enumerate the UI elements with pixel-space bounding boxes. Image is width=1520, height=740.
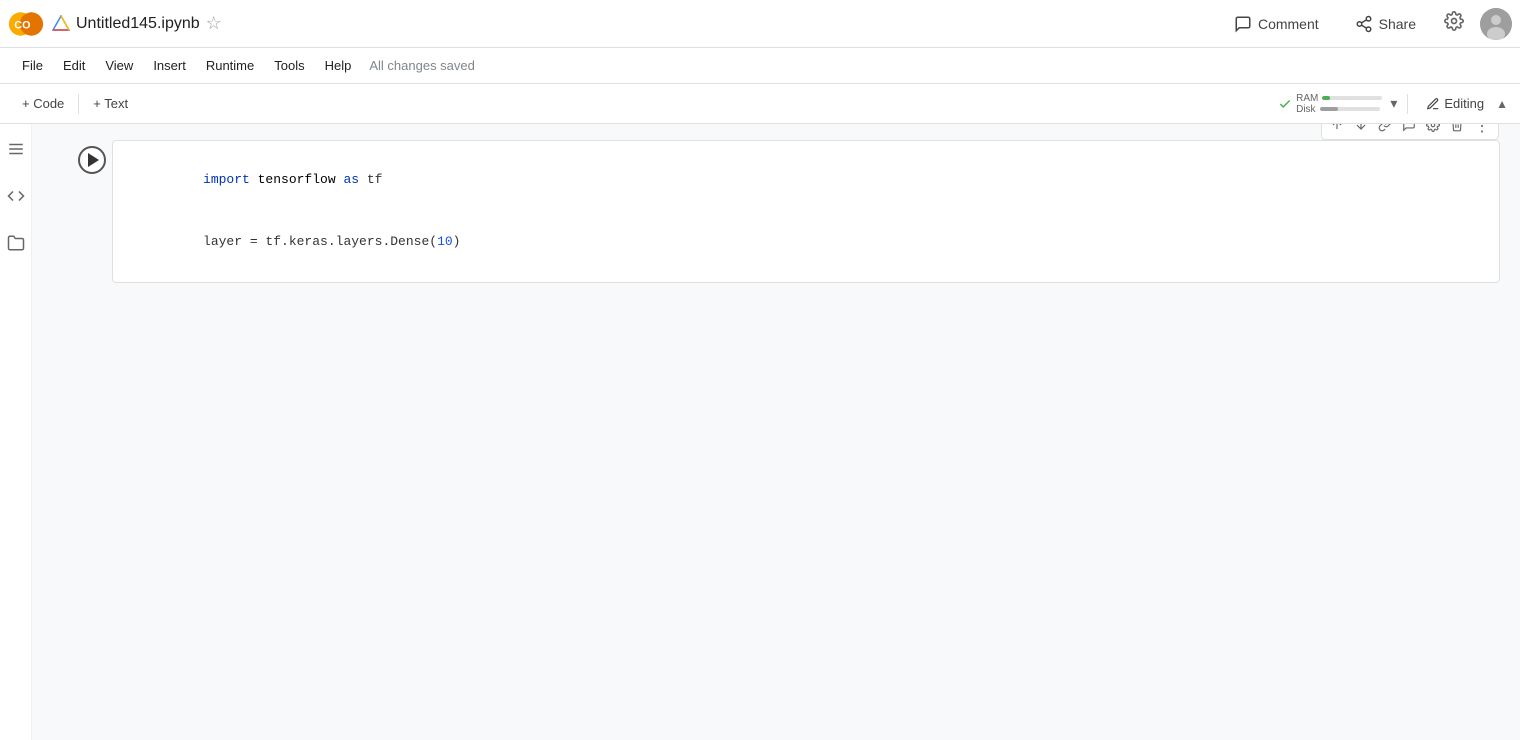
drive-icon bbox=[52, 15, 70, 33]
code-num: 10 bbox=[437, 234, 453, 249]
cell-content[interactable]: ⋮ import tensorflow as tf layer = tf.ker… bbox=[112, 140, 1500, 283]
toolbar-right: RAM Disk ▾ Editing ▲ bbox=[1278, 92, 1508, 115]
run-triangle-icon bbox=[88, 153, 99, 167]
comment-cell-icon bbox=[1402, 124, 1416, 132]
toolbar-divider bbox=[78, 94, 79, 114]
settings-button[interactable] bbox=[1440, 7, 1468, 41]
top-right-controls: Comment Share bbox=[1222, 7, 1512, 41]
editing-button[interactable]: Editing bbox=[1418, 92, 1492, 115]
ram-progress-fill bbox=[1322, 96, 1330, 100]
settings-cell-icon bbox=[1426, 124, 1440, 132]
more-icon: ⋮ bbox=[1474, 124, 1490, 135]
avatar[interactable] bbox=[1480, 8, 1512, 40]
sidebar-icon-code[interactable] bbox=[3, 183, 29, 214]
disk-progress-bar bbox=[1320, 107, 1380, 111]
comment-label: Comment bbox=[1258, 16, 1319, 32]
menu-edit[interactable]: Edit bbox=[53, 54, 95, 77]
disk-progress-fill bbox=[1320, 107, 1338, 111]
add-text-button[interactable]: + Text bbox=[83, 92, 138, 115]
editing-chevron-up[interactable]: ▲ bbox=[1496, 97, 1508, 111]
add-code-button[interactable]: + Code bbox=[12, 92, 74, 115]
file-name[interactable]: Untitled145.ipynb bbox=[76, 15, 200, 33]
comment-button[interactable]: Comment bbox=[1222, 9, 1331, 39]
code-icon bbox=[7, 187, 25, 205]
colab-logo: CO bbox=[8, 6, 44, 42]
editing-label: Editing bbox=[1444, 96, 1484, 111]
top-bar: CO Untitled145.ipynb ☆ Comment Share bbox=[0, 0, 1520, 48]
ram-progress-bar bbox=[1322, 96, 1382, 100]
code-text: tensorflow bbox=[258, 172, 344, 187]
disk-label: Disk bbox=[1296, 104, 1315, 115]
code-line-1[interactable]: import tensorflow as tf bbox=[125, 149, 1487, 211]
link-icon bbox=[1378, 124, 1392, 132]
gear-icon bbox=[1444, 11, 1464, 31]
cell-toolbar: ⋮ bbox=[1321, 124, 1499, 140]
code-var: layer = tf.keras.layers.Dense( bbox=[203, 234, 437, 249]
add-text-label: + Text bbox=[93, 96, 128, 111]
folder-icon bbox=[7, 234, 25, 252]
toolbar-divider-right bbox=[1407, 94, 1408, 114]
cell-link-button[interactable] bbox=[1374, 124, 1396, 137]
sidebar-icon-files[interactable] bbox=[3, 230, 29, 261]
trash-icon bbox=[1450, 124, 1464, 132]
cell-move-down-button[interactable] bbox=[1350, 124, 1372, 137]
saved-status: All changes saved bbox=[369, 58, 475, 73]
code-alias: tf bbox=[367, 172, 383, 187]
menu-runtime[interactable]: Runtime bbox=[196, 54, 264, 77]
menu-tools[interactable]: Tools bbox=[264, 54, 314, 77]
cell-left-controls bbox=[72, 140, 112, 174]
left-sidebar bbox=[0, 124, 32, 740]
cell-delete-button[interactable] bbox=[1446, 124, 1468, 137]
cell-move-up-button[interactable] bbox=[1326, 124, 1348, 137]
file-title-area: Untitled145.ipynb ☆ bbox=[52, 13, 1222, 34]
share-button[interactable]: Share bbox=[1343, 9, 1428, 39]
runtime-dropdown-arrow[interactable]: ▾ bbox=[1390, 95, 1397, 112]
menu-bar: File Edit View Insert Runtime Tools Help… bbox=[0, 48, 1520, 84]
toolbar: + Code + Text RAM Disk ▾ bbox=[0, 84, 1520, 124]
ram-disk-indicator: RAM Disk bbox=[1296, 93, 1382, 115]
menu-help[interactable]: Help bbox=[315, 54, 362, 77]
main-layout: ⋮ import tensorflow as tf layer = tf.ker… bbox=[0, 124, 1520, 740]
cell-more-button[interactable]: ⋮ bbox=[1470, 124, 1494, 137]
menu-view[interactable]: View bbox=[95, 54, 143, 77]
comment-icon bbox=[1234, 15, 1252, 33]
cell-comment-button[interactable] bbox=[1398, 124, 1420, 137]
ram-label: RAM bbox=[1296, 93, 1318, 104]
menu-file[interactable]: File bbox=[12, 54, 53, 77]
code-paren: ) bbox=[453, 234, 461, 249]
arrow-down-icon bbox=[1354, 124, 1368, 132]
share-label: Share bbox=[1379, 16, 1416, 32]
cell-settings-button[interactable] bbox=[1422, 124, 1444, 137]
keyword-as: as bbox=[343, 172, 366, 187]
share-icon bbox=[1355, 15, 1373, 33]
content-area: ⋮ import tensorflow as tf layer = tf.ker… bbox=[32, 124, 1520, 740]
arrow-up-icon bbox=[1330, 124, 1344, 132]
star-icon[interactable]: ☆ bbox=[206, 13, 222, 34]
keyword-import: import bbox=[203, 172, 258, 187]
checkmark-icon bbox=[1278, 97, 1292, 111]
pencil-icon bbox=[1426, 97, 1440, 111]
svg-text:CO: CO bbox=[14, 19, 30, 31]
sidebar-icon-menu[interactable] bbox=[3, 136, 29, 167]
hamburger-icon bbox=[7, 140, 25, 158]
menu-insert[interactable]: Insert bbox=[143, 54, 196, 77]
code-line-2[interactable]: layer = tf.keras.layers.Dense(10) bbox=[125, 211, 1487, 273]
run-cell-button[interactable] bbox=[78, 146, 106, 174]
add-code-label: + Code bbox=[22, 96, 64, 111]
code-cell: ⋮ import tensorflow as tf layer = tf.ker… bbox=[72, 140, 1500, 283]
